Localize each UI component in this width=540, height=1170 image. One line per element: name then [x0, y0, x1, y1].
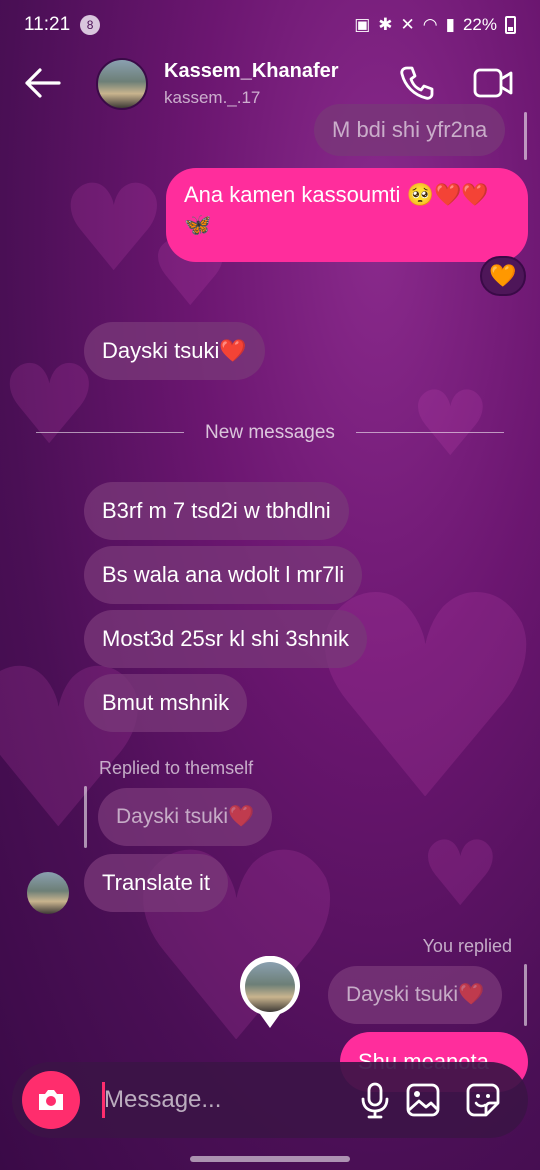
- reply-quote-bar: [524, 964, 527, 1026]
- lock-icon: ▣: [354, 15, 371, 34]
- reply-quote-bar: [524, 112, 527, 160]
- orange-heart-icon: 🧡: [489, 263, 517, 289]
- quoted-message[interactable]: Dayski tsuki❤️: [328, 966, 503, 1024]
- battery-percent: 22%: [462, 15, 497, 34]
- message-bubble-received[interactable]: B3rf m 7 tsd2i w tbhdlni: [84, 482, 349, 540]
- mute-icon: ✕: [400, 15, 415, 34]
- quoted-message[interactable]: Dayski tsuki❤️: [98, 788, 273, 846]
- sticker-icon[interactable]: [464, 1081, 502, 1119]
- reply-context-label: Replied to themself: [99, 758, 254, 778]
- status-icons: ▣ ✱ ✕ ◠ ▮ 22%: [354, 15, 516, 35]
- message-bubble-received[interactable]: M bdi shi yfr2na: [314, 104, 506, 156]
- quoted-text: Dayski tsuki❤️: [116, 805, 255, 828]
- message-bubble-received[interactable]: Bmut mshnik: [84, 674, 248, 732]
- message-composer: [12, 1062, 528, 1138]
- signal-icon: ▮: [445, 15, 455, 34]
- battery-icon: [505, 16, 516, 34]
- camera-button[interactable]: [22, 1071, 80, 1129]
- image-icon[interactable]: [404, 1081, 442, 1119]
- new-messages-label: New messages: [205, 422, 335, 443]
- message-text: Translate it: [102, 870, 211, 895]
- divider-right: [356, 432, 504, 433]
- contact-username[interactable]: kassem._.17: [164, 88, 260, 108]
- sender-avatar[interactable]: [27, 872, 69, 914]
- message-text: Bmut mshnik: [102, 690, 230, 715]
- contact-avatar[interactable]: [96, 58, 148, 110]
- reply-quote-bar: [84, 786, 87, 848]
- home-indicator[interactable]: [190, 1156, 350, 1162]
- camera-icon: [39, 1090, 63, 1110]
- seen-avatar-pin: [240, 956, 300, 1028]
- arrow-left-icon[interactable]: [22, 66, 62, 100]
- message-text: Ana kamen kassoumti 🥺❤️❤️🦋: [184, 182, 489, 237]
- quoted-text: Dayski tsuki❤️: [346, 983, 485, 1006]
- message-bubble-received[interactable]: Most3d 25sr kl shi 3shnik: [84, 610, 367, 668]
- message-text: M bdi shi yfr2na: [332, 117, 488, 142]
- status-bar: 11:21 8 ▣ ✱ ✕ ◠ ▮ 22%: [0, 0, 540, 50]
- message-bubble-sent[interactable]: Ana kamen kassoumti 🥺❤️❤️🦋: [166, 168, 528, 262]
- message-text: Most3d 25sr kl shi 3shnik: [102, 626, 349, 651]
- wifi-icon: ◠: [422, 15, 438, 34]
- microphone-icon[interactable]: [356, 1081, 394, 1119]
- contact-name[interactable]: Kassem_Khanafer: [164, 60, 339, 83]
- message-reaction[interactable]: 🧡: [480, 256, 526, 296]
- notification-count-badge: 8: [80, 15, 101, 35]
- video-camera-icon[interactable]: [472, 64, 514, 102]
- bluetooth-icon: ✱: [378, 15, 393, 34]
- phone-icon[interactable]: [398, 64, 436, 102]
- reply-context-label: You replied: [422, 936, 512, 956]
- message-bubble-received[interactable]: Dayski tsuki❤️: [84, 322, 265, 380]
- message-input[interactable]: [104, 1080, 334, 1120]
- message-text: Dayski tsuki❤️: [102, 338, 247, 363]
- message-bubble-received[interactable]: Translate it: [84, 854, 229, 912]
- message-bubble-received[interactable]: Bs wala ana wdolt l mr7li: [84, 546, 363, 604]
- message-text: Bs wala ana wdolt l mr7li: [102, 562, 345, 587]
- status-time: 11:21: [24, 14, 71, 35]
- message-text: B3rf m 7 tsd2i w tbhdlni: [102, 498, 331, 523]
